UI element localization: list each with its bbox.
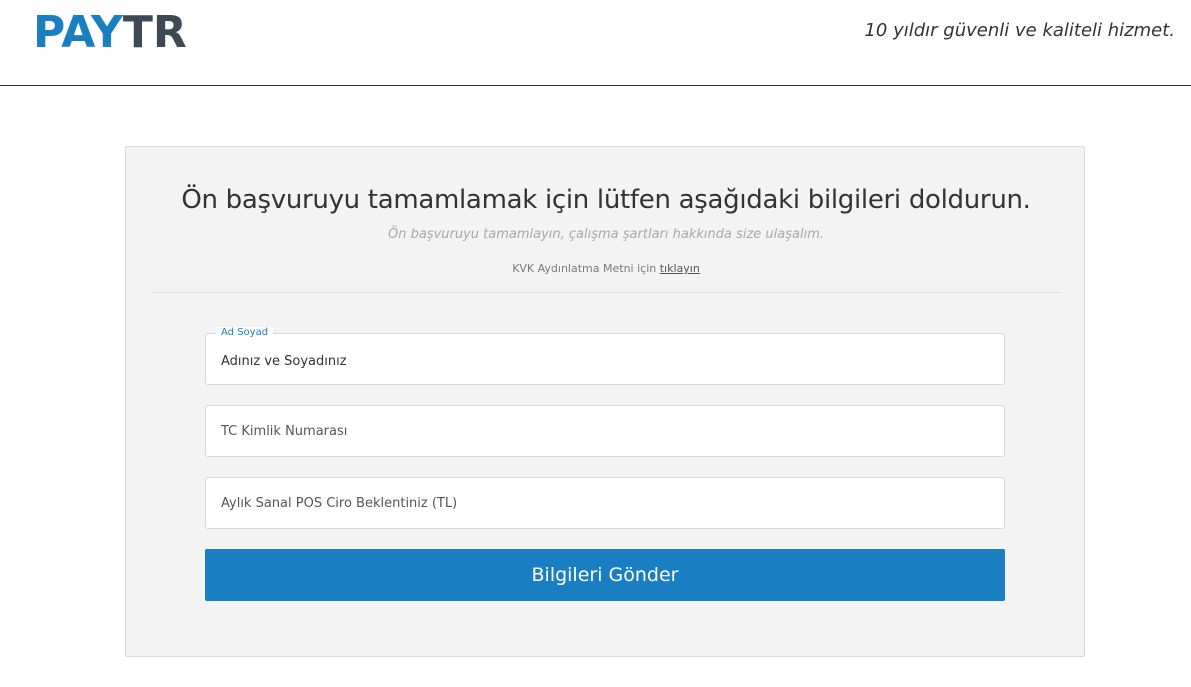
submit-button[interactable]: Bilgileri Gönder	[205, 549, 1005, 601]
pos-revenue-input[interactable]	[206, 478, 1004, 528]
kvk-notice: KVK Aydınlatma Metni için tıklayın	[126, 262, 1086, 275]
form-title: Ön başvuruyu tamamlamak için lütfen aşağ…	[181, 185, 1031, 215]
header-tagline: 10 yıldır güvenli ve kaliteli hizmet.	[864, 20, 1175, 41]
tc-id-input[interactable]	[206, 406, 1004, 456]
kvk-text: KVK Aydınlatma Metni için	[512, 262, 657, 275]
kvk-link[interactable]: tıklayın	[660, 262, 700, 275]
top-header: PAYTR 10 yıldır güvenli ve kaliteli hizm…	[0, 0, 1191, 86]
pos-revenue-field-container	[205, 477, 1005, 529]
form-divider	[151, 292, 1061, 293]
tc-id-field-container	[205, 405, 1005, 457]
logo-pay-text: PAY	[33, 7, 123, 58]
form-subtitle: Ön başvuruyu tamamlayın, çalışma şartlar…	[387, 227, 825, 242]
application-form-card: Ön başvuruyu tamamlamak için lütfen aşağ…	[125, 146, 1085, 657]
logo-tr-text: TR	[122, 7, 187, 58]
paytr-logo[interactable]: PAYTR	[33, 7, 187, 59]
name-input[interactable]	[206, 334, 1004, 384]
name-field-container: Ad Soyad	[205, 327, 1005, 385]
